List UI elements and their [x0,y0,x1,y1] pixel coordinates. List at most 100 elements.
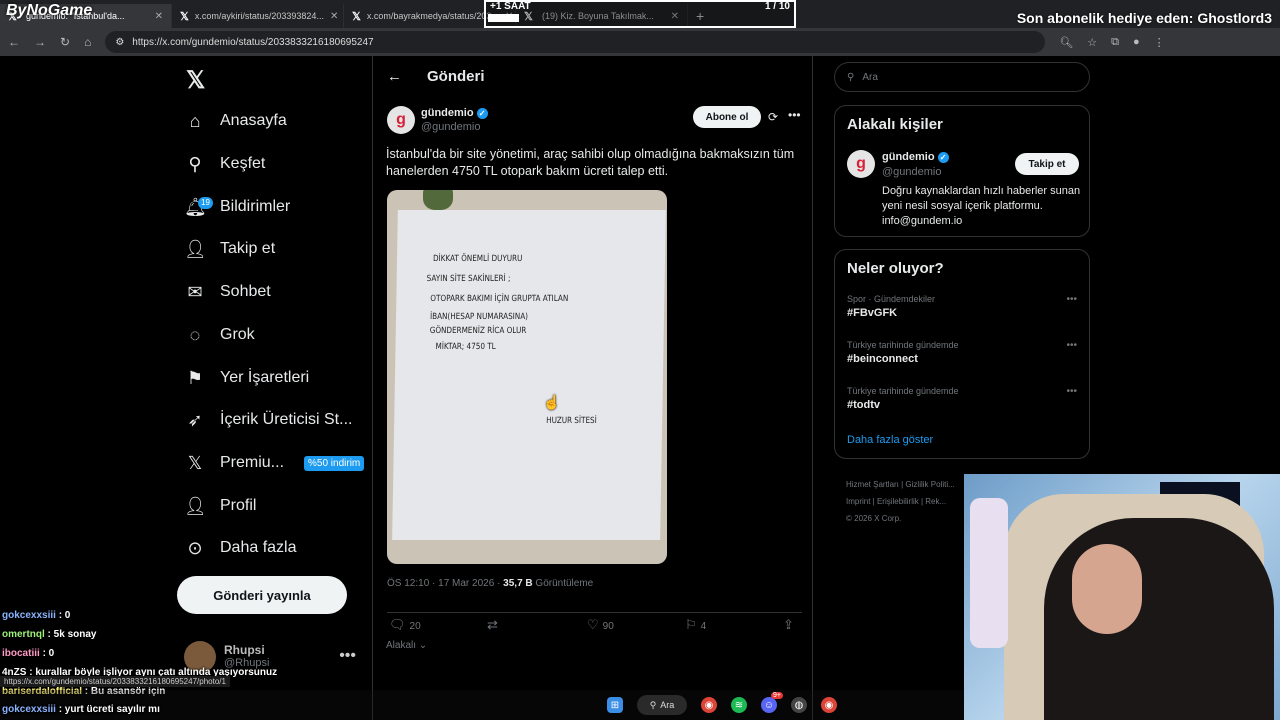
notice-line: GÖNDERMENİZ RİCA OLUR [429,326,527,336]
like-count: 90 [602,621,614,632]
mail-icon: ✉ [187,281,203,302]
author-avatar[interactable]: g [387,106,415,134]
related-name-text: gündemio [882,151,935,163]
trend-item[interactable]: Spor · Gündemdekiler #FBvGFK ••• [847,294,1077,319]
nav-premium[interactable]: 𝕏 Premiu... %50 indirim [184,444,365,482]
nav-explore[interactable]: ⚲ Keşfet [184,145,265,183]
timer-label: +1 SAAT [490,1,531,12]
nav-more[interactable]: ⊙ Daha fazla [184,529,296,567]
nav-profile[interactable]: 👤︎ Profil [184,487,256,525]
back-arrow-icon[interactable]: ← [387,68,402,85]
obs-icon[interactable]: ◍ [791,697,807,713]
trend-tag: #todtv [847,399,880,411]
related-bio: Doğru kaynaklardan hızlı haberler sunan … [882,185,1081,227]
bookmark-button[interactable]: ⚐ 4 [685,617,706,633]
zoom-icon[interactable]: 🔍︎ [1059,36,1073,49]
chat-text: : 0 [55,610,71,621]
author-name[interactable]: gündemio ✓ [421,107,488,119]
nav-label: Anasayfa [220,112,287,129]
more-icon[interactable]: ••• [788,108,801,122]
discord-badge: 9+ [771,692,783,699]
share-button[interactable]: ⇪ [783,617,798,633]
microphone [970,498,1008,648]
search-input[interactable]: ⚲ Ara [834,62,1090,92]
url-text: https://x.com/gundemio/status/2033833216… [132,36,374,48]
grok-icon[interactable]: ⟳ [768,110,778,124]
hand-cursor-icon: ☝ [543,394,561,410]
footer-line[interactable]: Hizmet Şartları | Gizlilik Politi... [846,476,966,493]
bookmark-count: 4 [700,621,707,632]
close-icon[interactable]: ✕ [155,11,163,22]
nav-label: Yer İşaretleri [220,369,310,386]
grok-icon: ◌ [189,324,201,345]
status-url: https://x.com/gundemio/status/2033833216… [0,676,230,687]
related-name[interactable]: gündemio ✓ [882,151,949,163]
x-logo-icon[interactable]: 𝕏 [186,66,205,95]
menu-icon[interactable]: ⋮ [1154,36,1165,49]
bell-icon: 🔔︎ 19 [184,196,213,218]
notice-line: HUZUR SİTESİ [546,416,597,426]
show-more-link[interactable]: Daha fazla göster [847,434,933,446]
trends-card: Neler oluyor? Spor · Gündemdekiler #FBvGF… [834,249,1090,459]
trend-item[interactable]: Türkiye tarihinde gündemde #todtv ••• [847,386,1077,411]
nav-bookmarks[interactable]: ⚑ Yer İşaretleri [184,359,309,397]
chat-text: : 5k sonay [44,629,97,640]
trend-item[interactable]: Türkiye tarihinde gündemde #beinconnect ••… [847,340,1077,365]
taskbar-search[interactable]: ⚲ Ara [637,695,687,715]
tab-label: x.com/aykiri/status/203393824... [194,11,324,21]
forward-icon[interactable]: → [34,35,46,49]
nav-chat[interactable]: ✉ Sohbet [184,273,271,311]
trend-tag: #beinconnect [847,353,918,365]
related-handle[interactable]: @gundemio [882,166,941,178]
trend-context: Türkiye tarihinde gündemde [847,386,959,396]
more-icon[interactable]: ••• [1066,340,1077,351]
site-info-icon[interactable]: ⚙ [115,37,124,48]
footer-line[interactable]: Imprint | Erişilebilirlik | Rek... [846,493,966,510]
bookmark-star-icon[interactable]: ☆ [1087,36,1097,49]
avatar[interactable]: g [847,150,875,178]
nav-label: Takip et [220,240,276,257]
chat-user: omertnql [2,629,45,640]
notice-paper: DİKKAT ÖNEMLİ DUYURU SAYIN SİTE SAKİNLER… [392,210,666,540]
spotify-icon[interactable]: ≋ [731,697,747,713]
discord-icon[interactable]: ☺ 9+ [761,692,783,713]
repost-icon: ⇄ [487,617,498,632]
post-image[interactable]: DİKKAT ÖNEMLİ DUYURU SAYIN SİTE SAKİNLER… [387,190,667,564]
back-icon[interactable]: ← [8,35,20,49]
author-handle[interactable]: @gundemio [421,121,480,133]
sub-gift-banner: Son abonelik hediye eden: Ghostlord3 [1016,10,1272,26]
more-icon[interactable]: ••• [1066,386,1077,397]
chrome-icon[interactable]: ◉ [701,697,717,713]
post-time: ÖS 12:10 · 17 Mar 2026 · [387,578,504,589]
subscribe-button[interactable]: Abone ol [693,106,761,128]
person-add-icon: 👤︎ [184,238,207,259]
more-icon[interactable]: ••• [1066,294,1077,305]
verified-icon: ✓ [476,107,488,119]
home-icon: ⌂ [189,110,201,131]
windows-start-icon[interactable]: ⊞ [607,697,623,713]
notice-line: İBAN(HESAP NUMARASINA) [429,312,529,322]
reload-icon[interactable]: ↻ [60,35,70,49]
nav-grok[interactable]: ◌ Grok [184,316,255,354]
footer-line: © 2026 X Corp. [846,514,902,523]
extension-icon[interactable]: ⧉ [1111,36,1119,49]
nav-creator-studio[interactable]: ➶ İçerik Üreticisi St... [184,401,352,439]
discount-pill: %50 indirim [304,455,365,471]
tab-1[interactable]: 𝕏x.com/aykiri/status/203393824... ✕ [172,4,344,28]
nav-follow[interactable]: 👤︎ Takip et [184,230,275,268]
chat-user: ibocatiii [2,648,40,659]
url-input[interactable]: ⚙ https://x.com/gundemio/status/203383321… [105,31,1046,53]
like-button[interactable]: ♡ 90 [587,617,614,633]
nav-label: Sohbet [220,283,271,300]
repost-button[interactable]: ⇄ [487,617,502,633]
home-browser-icon[interactable]: ⌂ [84,35,91,49]
close-icon[interactable]: ✕ [330,11,338,22]
nav-home[interactable]: ⌂ Anasayfa [184,102,287,140]
chat-user: gokcexxsiii [2,610,56,621]
nav-notifications[interactable]: 🔔︎ 19 Bildirimler [184,188,290,226]
follow-button[interactable]: Takip et [1015,153,1079,175]
chrome-icon[interactable]: ◉ [821,697,837,713]
trend-tag: #FBvGFK [847,307,898,319]
profile-browser-icon[interactable]: ● [1133,36,1140,48]
stream-logo: ByNoGame [6,2,93,19]
